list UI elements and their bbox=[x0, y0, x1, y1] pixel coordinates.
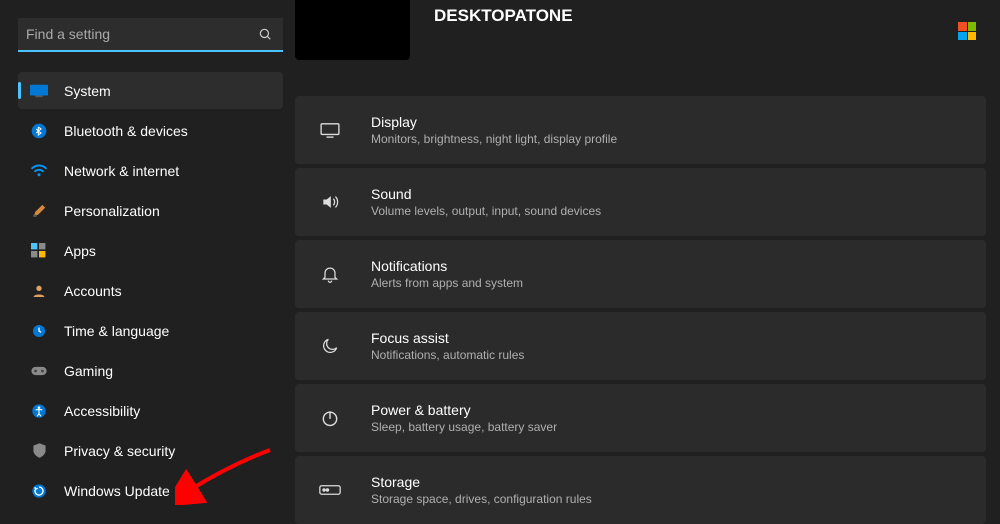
nav-list: System Bluetooth & devices Network & int… bbox=[18, 72, 283, 512]
paintbrush-icon bbox=[30, 202, 48, 220]
system-icon bbox=[30, 82, 48, 100]
person-icon bbox=[30, 282, 48, 300]
bluetooth-icon bbox=[30, 122, 48, 140]
apps-icon bbox=[30, 242, 48, 260]
nav-item-label: Privacy & security bbox=[64, 443, 175, 459]
card-subtitle: Notifications, automatic rules bbox=[371, 348, 524, 362]
clock-icon bbox=[30, 322, 48, 340]
card-storage[interactable]: Storage Storage space, drives, configura… bbox=[295, 456, 986, 524]
nav-item-gaming[interactable]: Gaming bbox=[18, 352, 283, 389]
card-title: Power & battery bbox=[371, 402, 557, 418]
main-pane: DESKTOPATONE Display Monitors, brightnes… bbox=[295, 0, 1000, 512]
sidebar: System Bluetooth & devices Network & int… bbox=[0, 0, 295, 512]
nav-item-personalization[interactable]: Personalization bbox=[18, 192, 283, 229]
username: DESKTOPATONE bbox=[434, 6, 573, 26]
nav-item-accounts[interactable]: Accounts bbox=[18, 272, 283, 309]
card-display[interactable]: Display Monitors, brightness, night ligh… bbox=[295, 96, 986, 164]
card-title: Notifications bbox=[371, 258, 523, 274]
nav-item-label: Bluetooth & devices bbox=[64, 123, 188, 139]
settings-list: Display Monitors, brightness, night ligh… bbox=[295, 96, 1000, 524]
search-input[interactable] bbox=[26, 26, 257, 42]
nav-item-label: Apps bbox=[64, 243, 96, 259]
moon-icon bbox=[315, 331, 345, 361]
card-title: Focus assist bbox=[371, 330, 524, 346]
storage-icon bbox=[315, 475, 345, 505]
user-avatar[interactable] bbox=[295, 0, 410, 60]
card-subtitle: Alerts from apps and system bbox=[371, 276, 523, 290]
nav-item-accessibility[interactable]: Accessibility bbox=[18, 392, 283, 429]
card-focus-assist[interactable]: Focus assist Notifications, automatic ru… bbox=[295, 312, 986, 380]
card-subtitle: Sleep, battery usage, battery saver bbox=[371, 420, 557, 434]
nav-item-label: System bbox=[64, 83, 111, 99]
nav-item-label: Time & language bbox=[64, 323, 169, 339]
nav-item-privacy[interactable]: Privacy & security bbox=[18, 432, 283, 469]
card-subtitle: Volume levels, output, input, sound devi… bbox=[371, 204, 601, 218]
sound-icon bbox=[315, 187, 345, 217]
card-notifications[interactable]: Notifications Alerts from apps and syste… bbox=[295, 240, 986, 308]
power-icon bbox=[315, 403, 345, 433]
search-box[interactable] bbox=[18, 18, 283, 52]
nav-item-label: Windows Update bbox=[64, 483, 170, 499]
nav-item-label: Gaming bbox=[64, 363, 113, 379]
nav-item-label: Personalization bbox=[64, 203, 160, 219]
card-title: Display bbox=[371, 114, 617, 130]
card-title: Storage bbox=[371, 474, 592, 490]
user-info: DESKTOPATONE bbox=[434, 0, 573, 26]
card-sound[interactable]: Sound Volume levels, output, input, soun… bbox=[295, 168, 986, 236]
shield-icon bbox=[30, 442, 48, 460]
header: DESKTOPATONE bbox=[295, 0, 1000, 60]
card-subtitle: Storage space, drives, configuration rul… bbox=[371, 492, 592, 506]
nav-item-system[interactable]: System bbox=[18, 72, 283, 109]
nav-item-time-language[interactable]: Time & language bbox=[18, 312, 283, 349]
display-icon bbox=[315, 115, 345, 145]
card-subtitle: Monitors, brightness, night light, displ… bbox=[371, 132, 617, 146]
nav-item-label: Accounts bbox=[64, 283, 122, 299]
nav-item-windows-update[interactable]: Windows Update bbox=[18, 472, 283, 509]
card-title: Sound bbox=[371, 186, 601, 202]
bell-icon bbox=[315, 259, 345, 289]
accessibility-icon bbox=[30, 402, 48, 420]
nav-item-label: Network & internet bbox=[64, 163, 179, 179]
nav-item-label: Accessibility bbox=[64, 403, 140, 419]
search-icon bbox=[257, 26, 273, 42]
gamepad-icon bbox=[30, 362, 48, 380]
microsoft-logo-icon[interactable] bbox=[958, 22, 976, 40]
nav-item-bluetooth[interactable]: Bluetooth & devices bbox=[18, 112, 283, 149]
update-icon bbox=[30, 482, 48, 500]
nav-item-apps[interactable]: Apps bbox=[18, 232, 283, 269]
card-power-battery[interactable]: Power & battery Sleep, battery usage, ba… bbox=[295, 384, 986, 452]
nav-item-network[interactable]: Network & internet bbox=[18, 152, 283, 189]
wifi-icon bbox=[30, 162, 48, 180]
